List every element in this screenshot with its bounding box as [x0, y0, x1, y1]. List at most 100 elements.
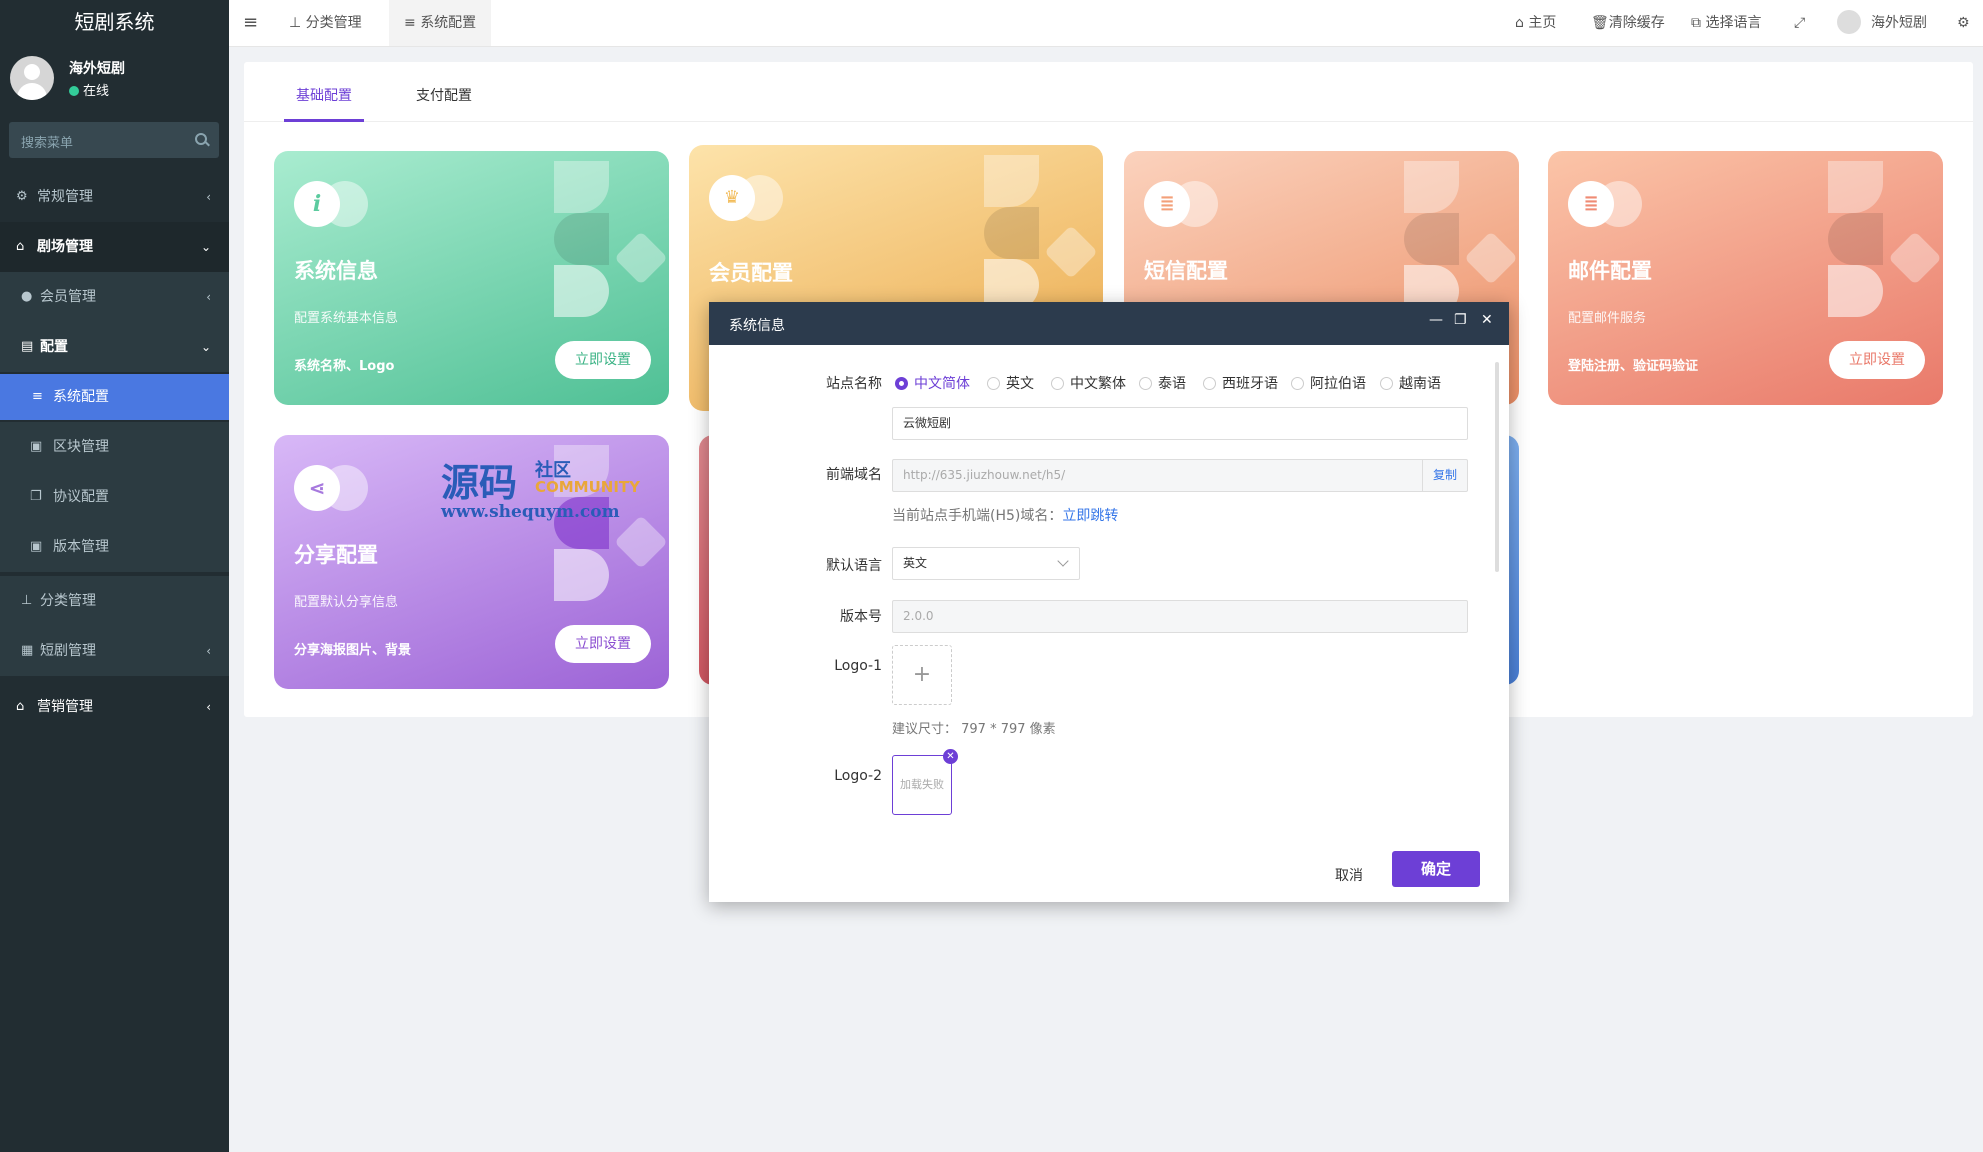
copy-icon: ❐: [30, 489, 42, 504]
sidebar-item-marketing[interactable]: ⌂ 营销管理 ‹: [0, 682, 229, 732]
sidebar-item-config[interactable]: ▤ 配置 ⌄: [0, 322, 229, 372]
sitemap-icon: ⊥: [289, 15, 306, 31]
user-menu[interactable]: 海外短剧: [1837, 0, 1927, 46]
tab-payment-config[interactable]: 支付配置: [416, 85, 472, 105]
database-icon: ≣: [1583, 193, 1599, 214]
logo1-upload-button[interactable]: +: [892, 645, 952, 705]
tab-categories[interactable]: ⊥ 分类管理: [281, 0, 370, 46]
card-system-info[interactable]: i 系统信息 配置系统基本信息 系统名称、Logo 立即设置: [274, 151, 669, 405]
cogs-icon: ⚙: [16, 189, 28, 204]
watermark-text: 源码: [441, 460, 518, 505]
suitcase-icon: ▦: [21, 643, 34, 658]
home-link[interactable]: ⌂ 主页: [1515, 0, 1556, 46]
card-email-config[interactable]: ≣ 邮件配置 配置邮件服务 登陆注册、验证码验证 立即设置: [1548, 151, 1943, 405]
radio-icon: [1291, 377, 1304, 390]
watermark-text: COMMUNITY: [535, 478, 641, 496]
watermark-logo: 源码 社区 COMMUNITY www.shequym.com: [441, 452, 641, 532]
card-desc: 配置邮件服务: [1568, 311, 1647, 326]
card-feature: 分享海报图片、背景: [294, 643, 412, 658]
setup-button[interactable]: 立即设置: [555, 625, 651, 663]
user-panel: 海外短剧 在线: [0, 44, 229, 116]
topbar: ≡ ⊥ 分类管理 ≡ 系统配置 ⌂ 主页 🗑清除缓存 ⧉ 选择语言 ⤢ 海外短剧…: [229, 0, 1983, 47]
gears-icon[interactable]: ⚙: [1957, 0, 1970, 46]
active-tab-indicator: [284, 119, 364, 122]
watermark-url: www.shequym.com: [441, 502, 620, 522]
logo2-image[interactable]: 加载失败 ✕: [892, 749, 958, 815]
confirm-button[interactable]: 确定: [1392, 851, 1480, 887]
language-button[interactable]: ⧉ 选择语言: [1691, 0, 1761, 46]
lang-radio-vi[interactable]: 越南语: [1380, 373, 1441, 393]
card-title: 短信配置: [1144, 259, 1228, 283]
close-icon[interactable]: ✕: [1481, 312, 1493, 328]
lang-radio-zh-hant[interactable]: 中文繁体: [1051, 373, 1126, 393]
maximize-icon[interactable]: ❐: [1454, 312, 1467, 328]
setup-button[interactable]: 立即设置: [1829, 341, 1925, 379]
trash-icon: 🗑: [1591, 15, 1609, 31]
lang-radio-th[interactable]: 泰语: [1139, 373, 1186, 393]
radio-icon: [1203, 377, 1216, 390]
default-lang-select[interactable]: 英文: [892, 547, 1080, 580]
jump-link[interactable]: 立即跳转: [1062, 508, 1118, 524]
radio-icon: [1380, 377, 1393, 390]
site-name-input[interactable]: 云微短剧: [892, 407, 1468, 440]
tab-system-config[interactable]: ≡ 系统配置: [389, 0, 492, 46]
sidebar-item-theater[interactable]: ⌂ 剧场管理 ⌄: [0, 222, 229, 272]
lang-radio-ar[interactable]: 阿拉伯语: [1291, 373, 1366, 393]
chevron-down-icon: ⌄: [200, 340, 211, 354]
cancel-button[interactable]: 取消: [1335, 865, 1363, 885]
sidebar-item-dramas[interactable]: ▦ 短剧管理 ‹: [0, 626, 229, 676]
card-title: 邮件配置: [1568, 259, 1652, 283]
version-input[interactable]: 2.0.0: [892, 600, 1468, 633]
menu-search-input[interactable]: 搜索菜单: [9, 122, 219, 158]
card-decor: [554, 161, 669, 361]
user-status: 在线: [69, 80, 109, 99]
radio-icon: [895, 377, 908, 390]
remove-icon[interactable]: ✕: [943, 749, 958, 764]
logo1-hint: 建议尺寸： 797 * 797 像素: [892, 722, 1056, 737]
tab-basic-config[interactable]: 基础配置: [296, 85, 352, 105]
chevron-down-icon: ⌄: [200, 240, 211, 254]
radio-icon: [1139, 377, 1152, 390]
image-icon: ▣: [30, 439, 43, 454]
logo1-label: Logo-1: [834, 658, 882, 674]
copy-button[interactable]: 复制: [1422, 460, 1467, 491]
minimize-icon[interactable]: —: [1429, 312, 1443, 328]
language-icon: ⧉: [1691, 15, 1706, 31]
site-name-label: 站点名称: [826, 376, 882, 392]
lang-radio-zh-hans[interactable]: 中文简体: [895, 373, 970, 393]
card-feature: 登陆注册、验证码验证: [1568, 359, 1699, 374]
sidebar-item-versions[interactable]: ▣ 版本管理: [0, 522, 229, 572]
sidebar-item-system-config[interactable]: ≡ 系统配置: [0, 374, 229, 420]
card-title: 分享配置: [294, 543, 378, 567]
clear-cache-button[interactable]: 🗑清除缓存: [1591, 0, 1665, 46]
sidebar-item-categories[interactable]: ⊥ 分类管理: [0, 576, 229, 626]
select-value: 英文: [903, 556, 928, 570]
domain-value: http://635.jiuzhouw.net/h5/: [903, 468, 1066, 482]
config-tabs: 基础配置 支付配置: [244, 62, 1973, 122]
search-icon[interactable]: [195, 133, 207, 145]
radio-icon: [1051, 377, 1064, 390]
sidebar-item-agreements[interactable]: ❐ 协议配置: [0, 472, 229, 522]
lang-radio-en[interactable]: 英文: [987, 373, 1034, 393]
domain-label: 前端域名: [826, 467, 882, 483]
fullscreen-icon[interactable]: ⤢: [1794, 0, 1805, 46]
version-label: 版本号: [840, 609, 882, 625]
domain-input[interactable]: http://635.jiuzhouw.net/h5/ 复制: [892, 459, 1468, 492]
hint-text: 当前站点手机端(H5)域名：: [892, 508, 1063, 524]
card-decor: [1828, 161, 1943, 361]
chevron-left-icon: ‹: [206, 290, 211, 304]
info-icon: i: [312, 191, 322, 217]
dialog-scrollbar[interactable]: [1495, 362, 1499, 572]
file-icon: ▤: [21, 339, 34, 354]
menu-toggle-icon[interactable]: ≡: [243, 0, 267, 46]
sidebar-item-blocks[interactable]: ▣ 区块管理: [0, 422, 229, 472]
user-icon: ●: [21, 289, 33, 304]
sidebar: 短剧系统 海外短剧 在线 搜索菜单 ⚙ 常规管理 ‹ ⌂ 剧场管理 ⌄ ● 会员管理 ‹ ▤…: [0, 0, 229, 1152]
avatar: [1837, 10, 1861, 34]
share-icon: ⋖: [308, 476, 326, 500]
sidebar-item-general[interactable]: ⚙ 常规管理 ‹: [0, 172, 229, 222]
search-placeholder: 搜索菜单: [21, 136, 74, 151]
lang-radio-es[interactable]: 西班牙语: [1203, 373, 1278, 393]
sidebar-item-members[interactable]: ● 会员管理 ‹: [0, 272, 229, 322]
setup-button[interactable]: 立即设置: [555, 341, 651, 379]
